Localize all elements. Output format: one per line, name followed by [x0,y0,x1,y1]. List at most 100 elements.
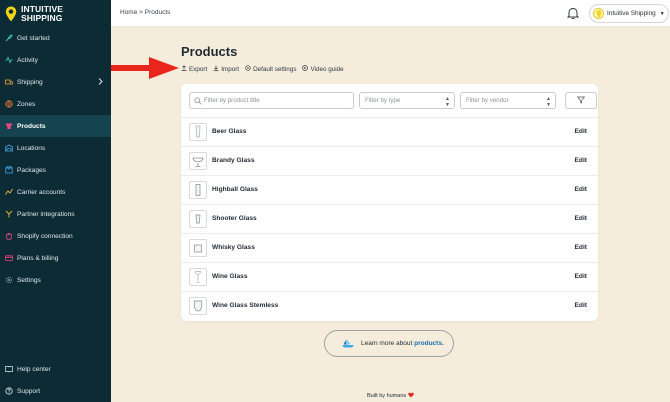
caret-down-icon: ▼ [659,10,665,17]
edit-button[interactable]: Edit [575,244,587,251]
whisky-glass-thumbnail [189,239,207,257]
products-link[interactable]: products. [414,340,444,347]
search-placeholder: Filter by product title [204,97,260,104]
product-name[interactable]: Whisky Glass [212,244,255,251]
learn-more-text: Learn more about products. [361,340,444,347]
video-guide-label: Video guide [310,65,344,73]
product-row[interactable]: Beer Glass Edit [181,117,598,146]
sidebar-item-label: Plans & billing [17,254,59,262]
sidebar-item-locations[interactable]: Locations [0,137,111,159]
filter-bar: Filter by product title Filter by type ▲… [189,92,597,110]
product-name[interactable]: Wine Glass [212,273,248,280]
sidebar-item-partner-integrations[interactable]: Partner integrations [0,203,111,225]
user-name: Intuitive Shipping [607,10,656,17]
edit-button[interactable]: Edit [575,157,587,164]
product-row[interactable]: Whisky Glass Edit [181,233,598,262]
export-button[interactable]: Export [181,65,207,73]
edit-button[interactable]: Edit [575,302,587,309]
sidebar-item-support[interactable]: Support [0,380,111,402]
sidebar-item-label: Get started [17,34,50,42]
activity-icon [5,56,13,64]
sidebar-item-products[interactable]: Products [0,115,111,137]
vendor-filter-select[interactable]: Filter by vendor ▲ ▼ [460,92,556,109]
product-row[interactable]: Brandy Glass Edit [181,146,598,175]
shopify-icon [5,232,13,240]
product-name[interactable]: Highball Glass [212,186,258,193]
top-bar: Home > Products Intuitive Shipping ▼ [111,0,670,27]
edit-button[interactable]: Edit [575,215,587,222]
wine-glass-thumbnail [189,268,207,286]
logo-text: INTUITIVE SHIPPING [21,5,63,23]
sidebar-item-label: Settings [17,276,41,284]
product-name[interactable]: Beer Glass [212,128,246,135]
filter-button[interactable] [565,92,597,109]
page-title: Products [181,44,238,59]
sidebar-item-packages[interactable]: Packages [0,159,111,181]
logo-line-2: SHIPPING [21,13,63,23]
sidebar-item-label: Products [17,122,46,130]
select-arrows-icon: ▲ ▼ [546,96,551,108]
learn-more-button[interactable]: Learn more about products. [324,330,454,357]
product-row[interactable]: Highball Glass Edit [181,175,598,204]
product-list: Beer Glass Edit Brandy Glass Edit Highba… [181,117,598,320]
highball-glass-thumbnail [189,181,207,199]
select-arrows-icon: ▲ ▼ [445,96,450,108]
sidebar-item-label: Packages [17,166,46,174]
sidebar-item-get-started[interactable]: Get started [0,27,111,49]
edit-button[interactable]: Edit [575,128,587,135]
type-filter-select[interactable]: Filter by type ▲ ▼ [359,92,455,109]
sidebar-item-label: Support [17,387,41,395]
product-name[interactable]: Wine Glass Stemless [212,302,278,309]
edit-button[interactable]: Edit [575,273,587,280]
import-label: Import [221,65,240,73]
sidebar-item-activity[interactable]: Activity [0,49,111,71]
product-row[interactable]: Wine Glass Edit [181,262,598,291]
product-row[interactable]: Wine Glass Stemless Edit [181,291,598,320]
globe-icon [5,100,13,108]
sidebar: INTUITIVE SHIPPING Get started Activity … [0,0,111,402]
sidebar-item-label: Zones [17,100,36,108]
sidebar-item-help-center[interactable]: Help center [0,358,111,380]
footer-text: Built by humans [367,393,407,399]
avatar [593,8,604,19]
arrow-annotation-icon [111,57,179,79]
search-input[interactable]: Filter by product title [189,92,354,109]
shooter-glass-thumbnail [189,210,207,228]
products-card: Filter by product title Filter by type ▲… [181,84,598,321]
product-row[interactable]: Shooter Glass Edit [181,204,598,233]
logo-pin-icon [5,6,17,22]
default-settings-button[interactable]: Default settings [245,65,296,73]
book-icon [5,365,13,373]
import-button[interactable]: Import [213,65,239,73]
package-icon [5,166,13,174]
edit-button[interactable]: Edit [575,186,587,193]
sidebar-item-settings[interactable]: Settings [0,269,111,291]
stemless-wine-glass-thumbnail [189,297,207,315]
logo[interactable]: INTUITIVE SHIPPING [5,5,63,23]
download-icon [213,65,219,73]
boat-icon [341,337,355,351]
sidebar-item-zones[interactable]: Zones [0,93,111,115]
user-menu[interactable]: Intuitive Shipping ▼ [589,4,669,23]
play-circle-icon [302,65,309,73]
product-name[interactable]: Shooter Glass [212,215,257,222]
help-icon [5,387,13,395]
gear-icon [5,276,13,284]
integrations-icon [5,210,13,218]
logo-pin-icon [595,9,602,18]
sidebar-item-shopify-connection[interactable]: Shopify connection [0,225,111,247]
export-label: Export [189,65,208,73]
breadcrumb[interactable]: Home > Products [120,9,170,16]
upload-icon [181,65,187,73]
default-settings-label: Default settings [253,65,297,73]
bell-icon[interactable] [566,6,580,20]
type-filter-placeholder: Filter by type [365,97,401,104]
sidebar-item-carrier-accounts[interactable]: Carrier accounts [0,181,111,203]
sidebar-item-plans-billing[interactable]: Plans & billing [0,247,111,269]
footer: Built by humans [367,392,414,400]
sidebar-item-label: Shopify connection [17,232,73,240]
shirt-icon [5,122,13,130]
product-name[interactable]: Brandy Glass [212,157,255,164]
sidebar-item-shipping[interactable]: Shipping [0,71,111,93]
video-guide-button[interactable]: Video guide [302,65,344,73]
